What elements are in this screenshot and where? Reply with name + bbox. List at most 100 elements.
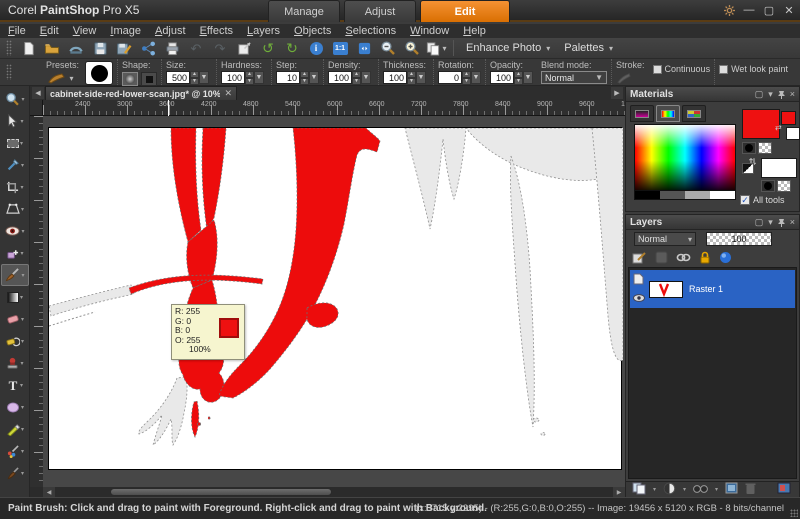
new-adjustment-layer-button[interactable] — [663, 482, 676, 498]
rotate-right-button[interactable]: ↻ — [280, 39, 304, 57]
bg-texture-button[interactable] — [777, 180, 791, 192]
opacity-input[interactable]: 100 — [490, 71, 514, 84]
hardness-slider-dropdown[interactable]: ▼ — [254, 71, 264, 84]
size-slider-dropdown[interactable]: ▼ — [199, 71, 209, 84]
layer-opacity-slider[interactable]: 100 — [706, 232, 772, 246]
save-as-button[interactable] — [112, 39, 136, 57]
materials-tab-swatches[interactable] — [682, 105, 706, 122]
tool-zoom[interactable]: ▾ — [1, 88, 29, 110]
tool-flood-fill[interactable]: ▾ — [1, 286, 29, 308]
tool-clone-stamp[interactable]: ▾ — [1, 352, 29, 374]
tab-scroll-left-button[interactable]: ◀ — [32, 87, 44, 99]
new-image-button[interactable] — [16, 39, 40, 57]
tool-picture-tube[interactable]: ▾ — [1, 440, 29, 462]
tool-makeover[interactable]: ▾ — [1, 242, 29, 264]
menu-effects[interactable]: Effects — [200, 25, 233, 37]
fg-texture-button[interactable] — [758, 142, 772, 154]
tab-scroll-right-button[interactable]: ▶ — [611, 87, 623, 99]
tab-edit[interactable]: Edit — [420, 0, 510, 22]
all-tools-checkbox[interactable]: ✓All tools — [740, 195, 785, 205]
thickness-input[interactable]: 100 — [383, 71, 407, 84]
presets-dropdown[interactable]: ▾ — [46, 72, 76, 84]
menu-objects[interactable]: Objects — [294, 25, 331, 37]
tool-background-eraser[interactable]: ▾ — [1, 330, 29, 352]
size-input[interactable]: 500 — [166, 71, 190, 84]
edit-selection-icon[interactable] — [632, 251, 647, 267]
foreground-color-swatch[interactable] — [781, 111, 796, 125]
rotation-slider-dropdown[interactable]: ▼ — [471, 71, 481, 84]
delete-layer-button[interactable] — [745, 482, 756, 498]
zoom-in-button[interactable] — [400, 39, 424, 57]
rotation-input[interactable]: 0 — [438, 71, 462, 84]
swap-colors-icon[interactable]: ⇄ — [775, 123, 782, 132]
share-button[interactable] — [136, 39, 160, 57]
tool-preset-shape[interactable]: ▾ — [1, 396, 29, 418]
materials-menu-icon[interactable]: ▾ — [768, 90, 773, 99]
open-image-button[interactable] — [40, 39, 64, 57]
shape-round-button[interactable] — [122, 72, 138, 86]
bg-style-color-button[interactable] — [761, 180, 775, 192]
materials-float-icon[interactable]: ▢ — [755, 90, 764, 99]
layer-blend-mode-select[interactable]: Normal▾ — [634, 232, 696, 246]
materials-tab-rainbow[interactable] — [656, 105, 680, 122]
menu-help[interactable]: Help — [463, 25, 486, 37]
brush-tip-preview[interactable] — [85, 61, 113, 85]
wet-look-checkbox[interactable]: Wet look paint — [719, 64, 788, 74]
transparency-toggle-icon[interactable] — [742, 163, 754, 174]
settings-gear-icon[interactable] — [722, 3, 736, 17]
layers-menu-icon[interactable]: ▾ — [768, 218, 773, 227]
resize-grip[interactable] — [790, 509, 798, 517]
menu-window[interactable]: Window — [410, 25, 449, 37]
image-canvas[interactable]: R: 255 G: 0 B: 0 O: 255 100% — [48, 127, 622, 470]
thickness-slider-dropdown[interactable]: ▼ — [416, 71, 426, 84]
zoom-actual-size-button[interactable]: 1:1 — [328, 39, 352, 57]
tool-eraser[interactable]: ▾ — [1, 308, 29, 330]
tool-crop[interactable]: ▾ — [1, 176, 29, 198]
rotate-left-button[interactable]: ↺ — [256, 39, 280, 57]
new-layer-group-button[interactable] — [725, 482, 738, 497]
undo-button[interactable]: ↶ — [184, 39, 208, 57]
step-spinner[interactable]: ▲▼ — [300, 71, 309, 84]
size-spinner[interactable]: ▲▼ — [190, 71, 199, 84]
enhance-photo-button[interactable]: Enhance Photo▾ — [459, 40, 557, 56]
close-button[interactable]: ✕ — [782, 3, 796, 17]
layer-name[interactable]: Raster 1 — [689, 284, 723, 294]
opacity-slider-dropdown[interactable]: ▼ — [523, 71, 533, 84]
hardness-spinner[interactable]: ▲▼ — [245, 71, 254, 84]
step-input[interactable]: 10 — [276, 71, 300, 84]
link-layers-icon[interactable] — [676, 252, 691, 266]
new-mask-layer-button[interactable] — [693, 484, 708, 496]
layer-thumbnail[interactable] — [649, 281, 683, 298]
opacity-spinner[interactable]: ▲▼ — [514, 71, 523, 84]
new-layer-button[interactable] — [632, 482, 646, 498]
copy-special-button[interactable]: ▾ — [424, 39, 448, 57]
maximize-button[interactable]: ▢ — [762, 3, 776, 17]
menu-adjust[interactable]: Adjust — [155, 25, 186, 37]
color-picker-gradient[interactable] — [634, 124, 736, 191]
density-spinner[interactable]: ▲▼ — [352, 71, 361, 84]
hardness-input[interactable]: 100 — [221, 71, 245, 84]
layers-close-icon[interactable]: × — [790, 218, 795, 227]
image-information-button[interactable]: i — [304, 39, 328, 57]
tool-red-eye[interactable]: ▾ — [1, 220, 29, 242]
grayscale-strip[interactable] — [634, 191, 736, 200]
zoom-out-button[interactable] — [376, 39, 400, 57]
lock-transparency-icon[interactable] — [699, 251, 711, 267]
blend-mode-select[interactable]: Normal▼ — [541, 71, 607, 84]
minimize-button[interactable]: — — [742, 3, 756, 17]
tool-pen[interactable]: ▾ — [1, 418, 29, 440]
layer-row[interactable]: Raster 1 — [630, 270, 795, 308]
menu-view[interactable]: View — [73, 25, 97, 37]
resize-canvas-button[interactable] — [232, 39, 256, 57]
menu-edit[interactable]: Edit — [40, 25, 59, 37]
tool-paint-brush[interactable]: ▾ — [1, 264, 29, 286]
materials-pin-icon[interactable] — [778, 90, 785, 99]
document-close-icon[interactable]: ✕ — [224, 88, 232, 99]
tool-pick[interactable]: ▾ — [1, 110, 29, 132]
menu-layers[interactable]: Layers — [247, 25, 280, 37]
layer-visibility-icon[interactable] — [633, 293, 646, 305]
density-input[interactable]: 100 — [328, 71, 352, 84]
tool-warp-brush[interactable]: ▾ — [1, 462, 29, 484]
shape-square-button[interactable] — [141, 72, 157, 86]
scroll-left-arrow[interactable]: ◀ — [43, 487, 55, 497]
